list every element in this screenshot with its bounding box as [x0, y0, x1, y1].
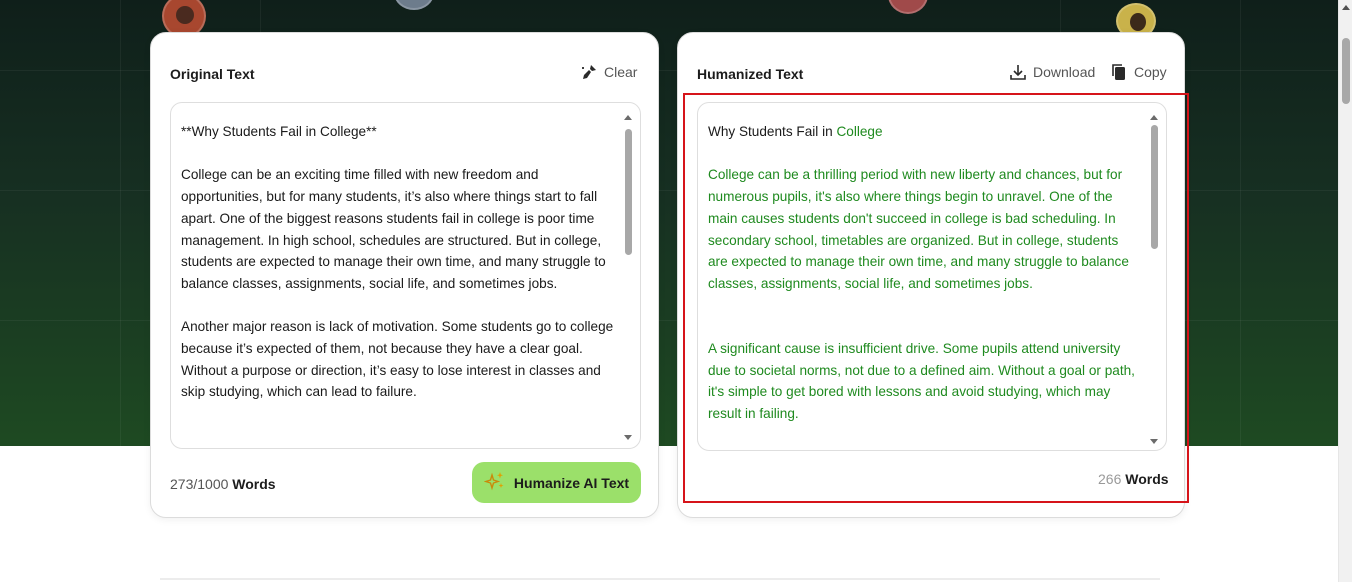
highlight-box: [683, 93, 1189, 503]
word-count-unit: Words: [232, 476, 276, 492]
scroll-up-arrow[interactable]: [624, 115, 632, 120]
original-paragraph: College can be an exciting time filled w…: [181, 167, 606, 291]
divider: [160, 578, 1160, 580]
download-icon: [1009, 63, 1027, 81]
copy-icon: [1110, 63, 1128, 81]
download-label: Download: [1033, 64, 1096, 80]
sparkle-icon: [483, 470, 506, 495]
word-count-value: 273/1000: [170, 476, 229, 492]
humanize-button[interactable]: Humanize AI Text: [472, 462, 641, 503]
brush-icon: [580, 63, 598, 81]
avatar: [394, 0, 434, 10]
original-text-area[interactable]: **Why Students Fail in College** College…: [170, 102, 641, 449]
original-scrollbar[interactable]: [624, 115, 632, 440]
avatar: [888, 0, 928, 14]
original-text-title: Original Text: [170, 66, 255, 82]
original-text-content[interactable]: **Why Students Fail in College** College…: [181, 121, 614, 425]
clear-label: Clear: [604, 64, 638, 80]
original-word-count: 273/1000 Words: [170, 476, 276, 492]
scroll-down-arrow[interactable]: [624, 435, 632, 440]
scrollbar-thumb[interactable]: [1342, 38, 1350, 104]
copy-button[interactable]: Copy: [1110, 63, 1167, 81]
original-heading: **Why Students Fail in College**: [181, 124, 377, 139]
original-text-card: Original Text Clear **Why Students Fail …: [150, 32, 659, 518]
scroll-up-arrow[interactable]: [1342, 5, 1350, 10]
download-button[interactable]: Download: [1009, 63, 1095, 81]
page-scrollbar[interactable]: [1338, 0, 1352, 582]
humanize-label: Humanize AI Text: [513, 474, 630, 491]
clear-button[interactable]: Clear: [580, 63, 637, 81]
original-paragraph: Another major reason is lack of motivati…: [181, 319, 614, 400]
humanized-text-title: Humanized Text: [697, 66, 804, 82]
copy-label: Copy: [1134, 64, 1167, 80]
scrollbar-thumb[interactable]: [625, 129, 632, 255]
